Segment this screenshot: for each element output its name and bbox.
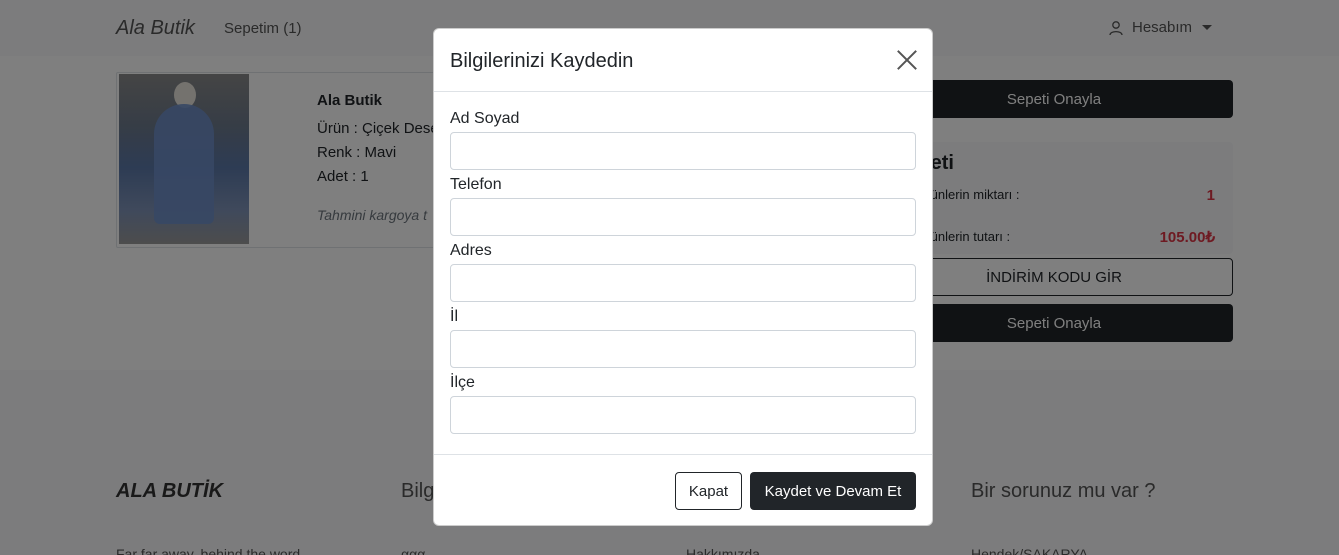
modal-header: Bilgilerinizi Kaydedin <box>434 29 932 92</box>
phone-field[interactable] <box>450 198 916 236</box>
district-field[interactable] <box>450 396 916 434</box>
district-label: İlçe <box>450 374 475 391</box>
save-info-modal: Bilgilerinizi Kaydedin Ad Soyad Telefon … <box>433 28 933 526</box>
address-label: Adres <box>450 242 492 259</box>
save-continue-button[interactable]: Kaydet ve Devam Et <box>750 472 916 510</box>
modal-title: Bilgilerinizi Kaydedin <box>450 50 634 72</box>
city-label: İl <box>450 308 458 325</box>
name-field[interactable] <box>450 132 916 170</box>
close-icon[interactable] <box>896 49 918 71</box>
modal-footer: Kapat Kaydet ve Devam Et <box>434 454 932 526</box>
phone-label: Telefon <box>450 176 502 193</box>
address-field[interactable] <box>450 264 916 302</box>
close-button[interactable]: Kapat <box>675 472 742 510</box>
name-label: Ad Soyad <box>450 110 520 127</box>
city-field[interactable] <box>450 330 916 368</box>
